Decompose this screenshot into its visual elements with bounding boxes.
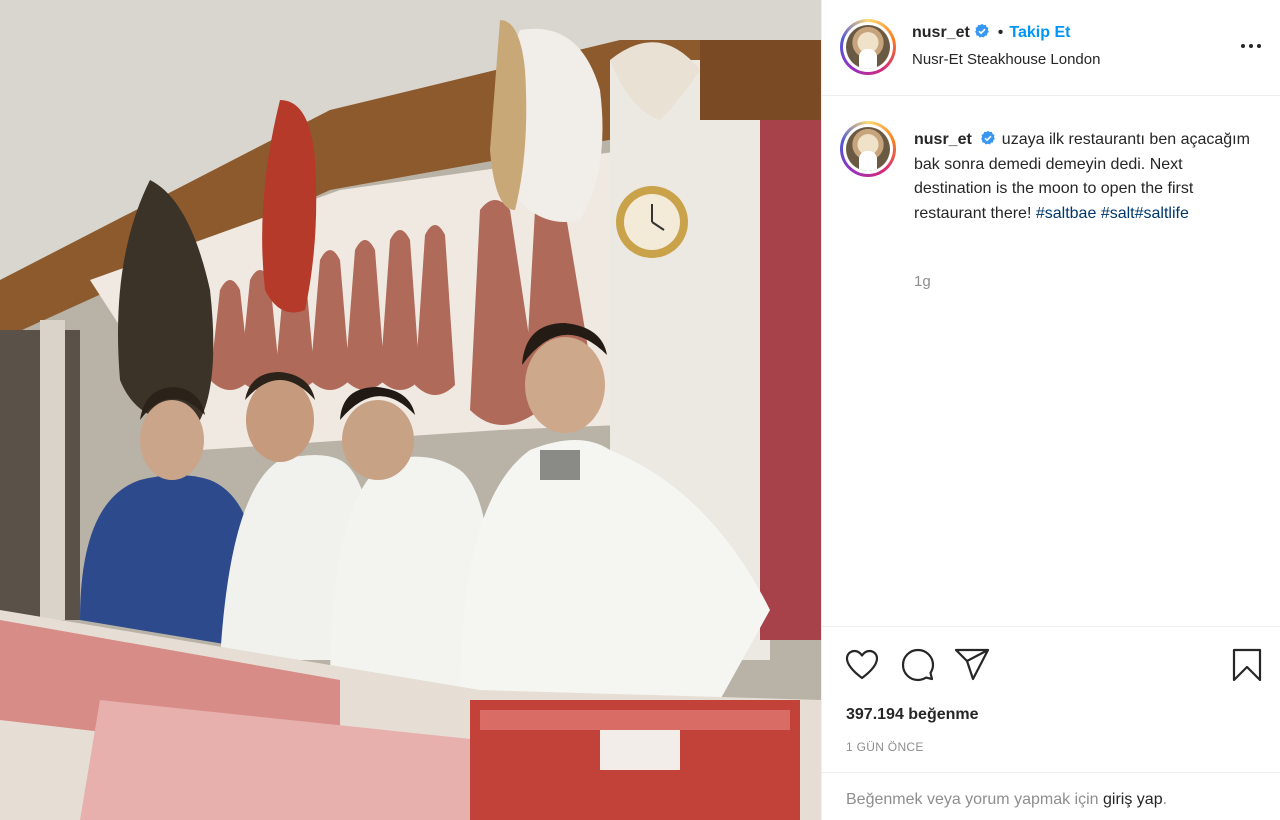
post-photo [0,0,821,820]
login-link[interactable]: giriş yap [1103,791,1163,808]
hashtag-saltlife[interactable]: #saltlife [1135,205,1189,222]
separator-dot: • [997,24,1004,41]
verified-badge-icon [974,23,989,38]
comment-bubble-icon[interactable] [898,645,938,685]
avatar-image [846,127,890,171]
login-prompt: Beğenmek veya yorum yapmak için giriş ya… [846,791,1167,809]
comment-timestamp: 1g [914,273,931,290]
comments-area: nusr_et uzaya ilk restaurantı ben açacağı… [822,96,1280,626]
login-prompt-row: Beğenmek veya yorum yapmak için giriş ya… [822,772,1280,820]
hashtag-saltbae[interactable]: #saltbae [1036,205,1097,222]
more-options-icon[interactable] [1235,32,1267,60]
avatar-image [846,25,890,69]
post-header: nusr_et • Takip Et Nusr-Et Steakhouse Lond… [822,0,1280,96]
caption-avatar[interactable] [840,121,896,177]
post-date: 1 GÜN ÖNCE [846,740,924,754]
follow-button[interactable]: Takip Et [1009,24,1070,41]
hashtag-salt[interactable]: #salt [1101,205,1135,222]
verified-badge-icon [980,130,995,145]
login-suffix: . [1162,791,1168,808]
caption-username[interactable]: nusr_et [914,131,972,148]
post-caption: nusr_et uzaya ilk restaurantı ben açacağı… [914,128,1264,226]
avatar[interactable] [840,19,896,75]
actions-bar: 397.194 beğenme 1 GÜN ÖNCE Beğenmek veya… [822,626,1280,820]
paper-plane-icon[interactable] [952,645,992,685]
username-link[interactable]: nusr_et [912,24,970,41]
bookmark-icon[interactable] [1227,645,1267,685]
likes-count[interactable]: 397.194 beğenme [846,706,979,724]
login-prompt-text: Beğenmek veya yorum yapmak için [846,791,1099,808]
heart-icon[interactable] [842,645,882,685]
location-link[interactable]: Nusr-Et Steakhouse London [912,51,1100,68]
post-side-panel: nusr_et • Takip Et Nusr-Et Steakhouse Lond… [821,0,1280,820]
header-user-line: nusr_et • Takip Et [912,23,1070,42]
post-image [0,0,821,820]
